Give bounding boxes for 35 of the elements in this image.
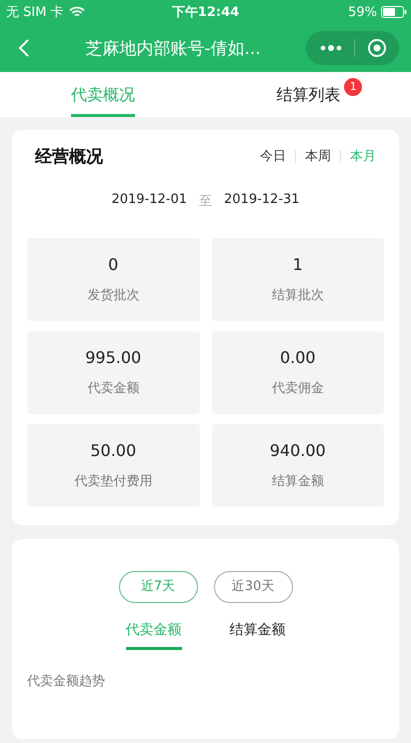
tab[interactable]: 代卖金额 [126,620,182,650]
page-title: 芝麻地内部账号-倩如... [84,38,262,60]
carrier-text: 无 SIM 卡 [6,4,64,21]
stat-value: 0 [108,255,118,274]
date-text: 2019-12-01 [111,192,187,209]
battery-text: 59% [348,4,377,20]
section-title: 经营概况 [35,146,103,168]
date-separator: 至 [199,193,212,210]
tab[interactable]: 结算金额 [230,620,286,650]
more-icon[interactable] [320,44,342,52]
range-button[interactable]: 近7天 [118,571,198,603]
stat-label: 结算批次 [272,287,324,304]
tab[interactable]: 代卖概况 [70,72,135,117]
stat-label: 代卖佣金 [272,380,324,397]
range-button[interactable]: 近30天 [214,571,292,603]
clock-text: 下午12:44 [170,4,240,21]
back-icon[interactable] [18,38,30,58]
stat-value: 995.00 [85,348,142,367]
count-badge: 1 [344,78,362,96]
stat-label: 结算金额 [272,473,324,490]
stat-value: 940.00 [270,441,326,460]
stat-value: 1 [292,255,303,274]
battery-icon [381,6,407,18]
period-tab[interactable]: 本月 [350,147,376,165]
stat-label: 代卖垫付费用 [74,473,152,490]
chart-subtitle: 代卖金额趋势 [26,673,106,690]
period-tab[interactable]: 本周 [305,147,331,165]
stat-value: 50.00 [90,441,136,460]
wifi-icon [68,6,85,18]
date-text: 2019-12-31 [224,192,300,209]
stat-label: 代卖金额 [87,380,140,397]
period-tab[interactable]: 今日 [260,147,286,165]
capsule-menu[interactable] [306,31,399,65]
stat-label: 发货批次 [87,287,140,304]
stat-value: 0.00 [280,348,316,367]
